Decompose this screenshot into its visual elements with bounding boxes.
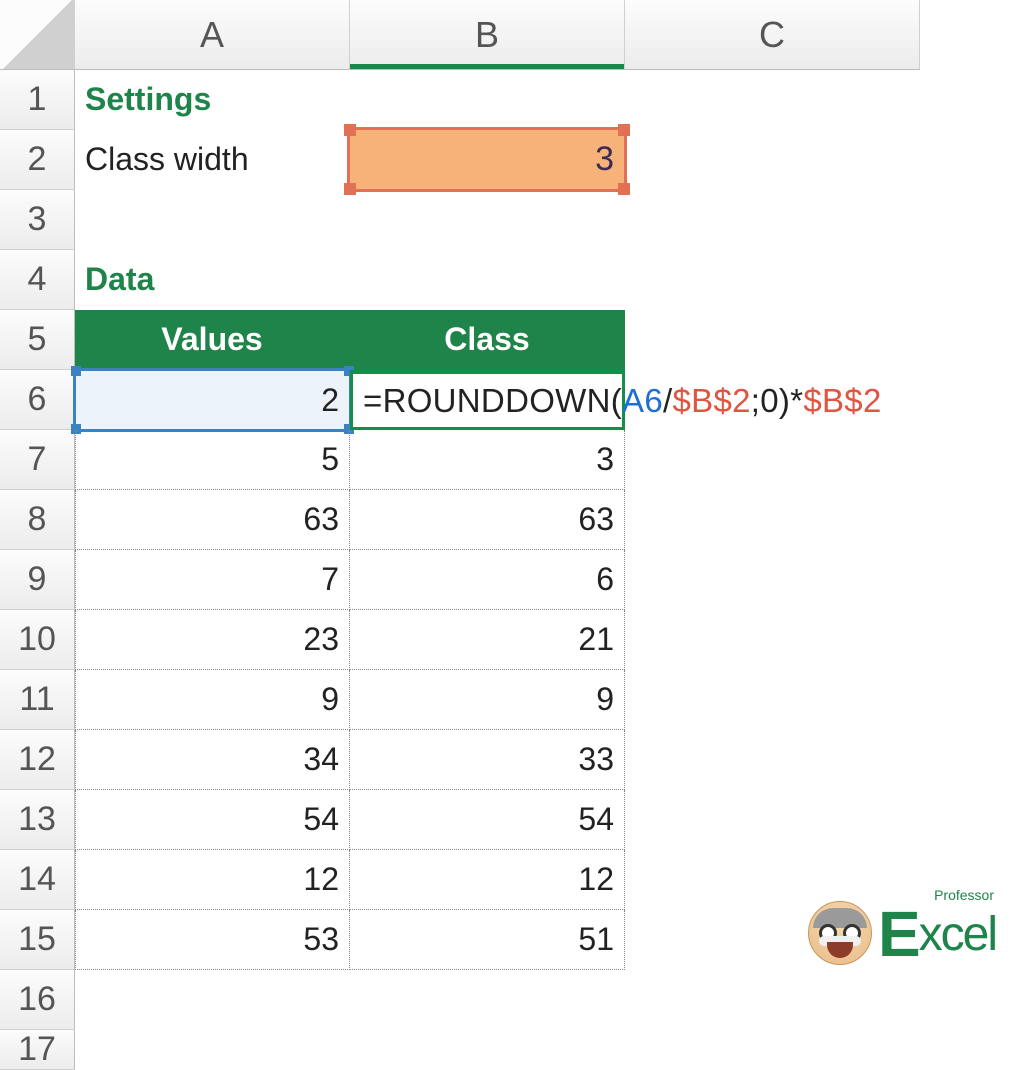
cell-b5[interactable]: Class: [350, 310, 625, 370]
row-header-10[interactable]: 10: [0, 610, 75, 670]
cell-b4[interactable]: [350, 250, 625, 310]
cell-b17[interactable]: [350, 1030, 625, 1070]
col-header-c[interactable]: C: [625, 0, 920, 70]
cell-b8[interactable]: 63: [350, 490, 625, 550]
row-header-1[interactable]: 1: [0, 70, 75, 130]
row-header-16[interactable]: 16: [0, 970, 75, 1030]
row-header-5[interactable]: 5: [0, 310, 75, 370]
professor-excel-logo: Excel Professor: [808, 891, 996, 965]
cell-a10[interactable]: 23: [75, 610, 350, 670]
cell-c17[interactable]: [625, 1030, 920, 1070]
cell-a11[interactable]: 9: [75, 670, 350, 730]
col-header-b[interactable]: B: [350, 0, 625, 70]
cell-a8[interactable]: 63: [75, 490, 350, 550]
cell-a15[interactable]: 53: [75, 910, 350, 970]
row-header-9[interactable]: 9: [0, 550, 75, 610]
formula-text: =ROUNDDOWN(A6/$B$2;0)*$B$2: [363, 382, 882, 420]
cell-c1[interactable]: [625, 70, 920, 130]
cell-c12[interactable]: [625, 730, 920, 790]
cell-c8[interactable]: [625, 490, 920, 550]
cell-c3[interactable]: [625, 190, 920, 250]
row-header-8[interactable]: 8: [0, 490, 75, 550]
cell-b15[interactable]: 51: [350, 910, 625, 970]
cell-c13[interactable]: [625, 790, 920, 850]
row-header-12[interactable]: 12: [0, 730, 75, 790]
cell-c11[interactable]: [625, 670, 920, 730]
col-header-a[interactable]: A: [75, 0, 350, 70]
row-header-15[interactable]: 15: [0, 910, 75, 970]
row-header-13[interactable]: 13: [0, 790, 75, 850]
cell-a6[interactable]: 2: [75, 370, 350, 430]
cell-a14[interactable]: 12: [75, 850, 350, 910]
excel-wordmark: Excel Professor: [878, 891, 996, 965]
cell-b12[interactable]: 33: [350, 730, 625, 790]
cell-b6[interactable]: =ROUNDDOWN(A6/$B$2;0)*$B$2: [350, 370, 625, 430]
cell-a5[interactable]: Values: [75, 310, 350, 370]
cell-a6-value: 2: [321, 382, 339, 419]
cell-a7[interactable]: 5: [75, 430, 350, 490]
cell-b10[interactable]: 21: [350, 610, 625, 670]
cell-a9[interactable]: 7: [75, 550, 350, 610]
row-header-14[interactable]: 14: [0, 850, 75, 910]
cell-b9[interactable]: 6: [350, 550, 625, 610]
cell-a4[interactable]: Data: [75, 250, 350, 310]
row-header-2[interactable]: 2: [0, 130, 75, 190]
cell-c2[interactable]: [625, 130, 920, 190]
row-header-6[interactable]: 6: [0, 370, 75, 430]
cell-a3[interactable]: [75, 190, 350, 250]
cell-c5[interactable]: [625, 310, 920, 370]
cell-c10[interactable]: [625, 610, 920, 670]
row-header-7[interactable]: 7: [0, 430, 75, 490]
cell-a12[interactable]: 34: [75, 730, 350, 790]
cell-c9[interactable]: [625, 550, 920, 610]
row-header-3[interactable]: 3: [0, 190, 75, 250]
cell-c7[interactable]: [625, 430, 920, 490]
cell-b1[interactable]: [350, 70, 625, 130]
row-header-11[interactable]: 11: [0, 670, 75, 730]
cell-c16[interactable]: [625, 970, 920, 1030]
cell-b11[interactable]: 9: [350, 670, 625, 730]
cell-b2-value: 3: [595, 140, 614, 179]
cell-a16[interactable]: [75, 970, 350, 1030]
row-header-17[interactable]: 17: [0, 1030, 75, 1070]
professor-face-icon: [808, 901, 872, 965]
select-all-corner[interactable]: [0, 0, 75, 70]
cell-b7[interactable]: 3: [350, 430, 625, 490]
cell-b2[interactable]: 3: [350, 130, 625, 190]
cell-a17[interactable]: [75, 1030, 350, 1070]
cell-c4[interactable]: [625, 250, 920, 310]
cell-b14[interactable]: 12: [350, 850, 625, 910]
cell-b3[interactable]: [350, 190, 625, 250]
cell-a13[interactable]: 54: [75, 790, 350, 850]
cell-b13[interactable]: 54: [350, 790, 625, 850]
cell-a1[interactable]: Settings: [75, 70, 350, 130]
row-header-4[interactable]: 4: [0, 250, 75, 310]
cell-a2[interactable]: Class width: [75, 130, 350, 190]
cell-b16[interactable]: [350, 970, 625, 1030]
